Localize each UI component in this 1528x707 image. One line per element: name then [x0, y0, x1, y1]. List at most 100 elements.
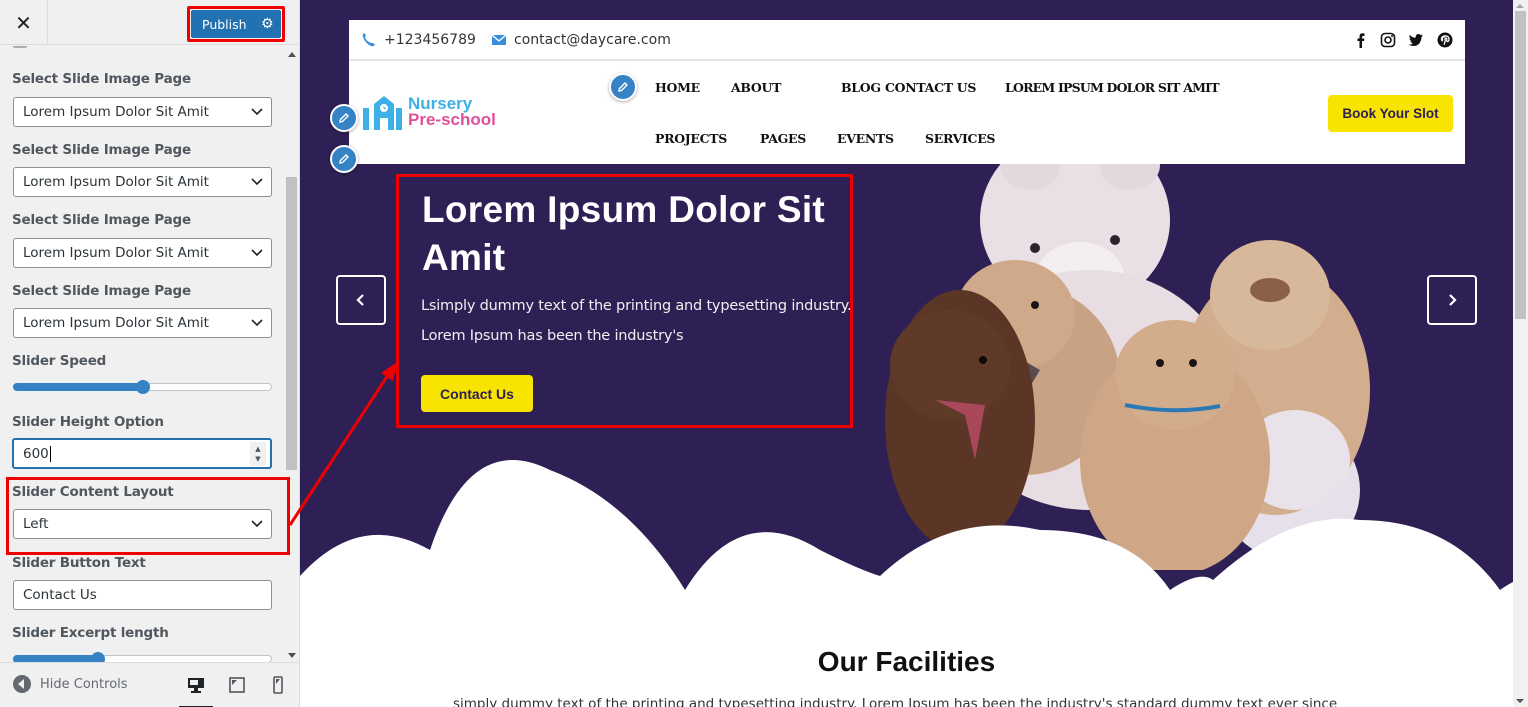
slider-speed-label: Slider Speed: [12, 353, 107, 369]
slide-text-line-2: Lorem Ipsum has been the industry's: [421, 328, 684, 344]
scroll-down-icon[interactable]: [288, 653, 296, 658]
scrollbar-thumb[interactable]: [286, 177, 297, 470]
text-caret: [49, 445, 51, 462]
slider-button-text-input[interactable]: Contact Us: [13, 580, 272, 610]
number-spinner[interactable]: ▲ ▼: [250, 442, 266, 466]
twitter-icon[interactable]: [1408, 32, 1424, 48]
select-slide-image-page-2[interactable]: Lorem Ipsum Dolor Sit Amit: [13, 167, 272, 197]
publish-button[interactable]: Publish ⚙: [191, 10, 281, 38]
site-logo[interactable]: Nursery Pre-school: [361, 94, 496, 130]
input-value: Contact Us: [23, 587, 97, 603]
checkbox-partial[interactable]: [13, 46, 27, 48]
select-slide-image-page-label-4: Select Slide Image Page: [12, 283, 191, 299]
edit-menu-shortcut[interactable]: [609, 73, 637, 101]
facebook-icon[interactable]: [1353, 32, 1369, 48]
facilities-description: simply dummy text of the printing and ty…: [453, 696, 1338, 707]
envelope-icon: [491, 34, 507, 45]
tablet-icon: [229, 677, 245, 693]
nav-contact-us[interactable]: CONTACT US: [885, 80, 976, 95]
book-your-slot-button[interactable]: Book Your Slot: [1328, 95, 1453, 132]
collapse-arrow-icon: [13, 675, 31, 693]
hide-controls-button[interactable]: Hide Controls: [13, 675, 128, 693]
nav-projects[interactable]: PROJECTS: [655, 131, 727, 146]
instagram-icon[interactable]: [1380, 32, 1396, 48]
device-desktop-button[interactable]: [179, 673, 213, 707]
sidebar-scrollbar[interactable]: [285, 46, 299, 662]
controls-panel: Select Slide Image Page Lorem Ipsum Dolo…: [0, 46, 299, 662]
chevron-down-icon: [251, 178, 263, 186]
content-layout-highlight-box: [6, 477, 290, 555]
nav-about[interactable]: ABOUT: [731, 80, 781, 95]
scroll-up-icon[interactable]: [288, 52, 296, 57]
select-value: Lorem Ipsum Dolor Sit Amit: [23, 245, 209, 261]
select-value: Lorem Ipsum Dolor Sit Amit: [23, 174, 209, 190]
scrollbar-thumb[interactable]: [1515, 11, 1526, 319]
phone-contact[interactable]: +123456789: [361, 32, 476, 48]
device-tablet-button[interactable]: [225, 673, 249, 697]
nav-services[interactable]: SERVICES: [925, 131, 995, 146]
site-preview: +123456789 contact@daycare.com Nursery P…: [300, 0, 1513, 707]
select-slide-image-page-4[interactable]: Lorem Ipsum Dolor Sit Amit: [13, 308, 272, 338]
pencil-icon: [339, 113, 349, 123]
chevron-down-icon: [251, 108, 263, 116]
email-address: contact@daycare.com: [514, 32, 671, 48]
phone-number: +123456789: [384, 32, 476, 48]
edit-logo-shortcut[interactable]: [330, 104, 358, 132]
publish-label: Publish: [202, 16, 247, 32]
chevron-down-icon: [251, 319, 263, 327]
phone-icon: [362, 33, 375, 47]
nav-events[interactable]: EVENTS: [837, 131, 894, 146]
gear-icon[interactable]: ⚙: [255, 16, 274, 32]
slider-next-button[interactable]: [1427, 275, 1477, 325]
scroll-down-icon[interactable]: [1516, 699, 1524, 703]
range-fill: [13, 655, 99, 662]
close-customizer-button[interactable]: ✕: [0, 0, 48, 45]
spin-up-icon[interactable]: ▲: [255, 444, 260, 454]
pencil-icon: [339, 154, 349, 164]
select-slide-image-page-1[interactable]: Lorem Ipsum Dolor Sit Amit: [13, 97, 272, 127]
select-slide-image-page-label-3: Select Slide Image Page: [12, 212, 191, 228]
input-value: 600: [23, 445, 49, 462]
customizer-sidebar: ✕ Publish ⚙ Select Slide Image Page Lore…: [0, 0, 300, 707]
nav-blog[interactable]: BLOG: [841, 80, 881, 95]
pencil-icon: [618, 82, 628, 92]
logo-line-2: Pre-school: [408, 110, 496, 129]
school-building-icon: [363, 96, 402, 130]
nav-lorem-ipsum[interactable]: LOREM IPSUM DOLOR SIT AMIT: [1005, 80, 1220, 95]
mobile-icon: [273, 676, 283, 694]
nav-pages[interactable]: PAGES: [760, 131, 806, 146]
pinterest-icon[interactable]: [1437, 32, 1453, 48]
email-contact[interactable]: contact@daycare.com: [491, 32, 671, 48]
range-fill: [13, 383, 143, 391]
desktop-icon: [188, 678, 204, 693]
slider-height-input[interactable]: 600 ▲ ▼: [12, 438, 272, 469]
slide-text-line-1: Lsimply dummy text of the printing and t…: [421, 298, 852, 314]
device-mobile-button[interactable]: [266, 673, 290, 697]
customizer-footer: Hide Controls: [0, 662, 299, 707]
chevron-down-icon: [251, 249, 263, 257]
slider-height-label: Slider Height Option: [12, 414, 164, 430]
range-thumb[interactable]: [91, 652, 106, 662]
slide-contact-us-button[interactable]: Contact Us: [421, 375, 533, 412]
range-thumb[interactable]: [135, 380, 150, 394]
nav-home[interactable]: HOME: [655, 80, 700, 95]
select-slide-image-page-label-2: Select Slide Image Page: [12, 142, 191, 158]
spin-down-icon[interactable]: ▼: [255, 454, 260, 464]
customizer-header: ✕ Publish ⚙: [0, 0, 299, 45]
chevron-left-icon: [356, 294, 364, 306]
select-slide-image-page-3[interactable]: Lorem Ipsum Dolor Sit Amit: [13, 238, 272, 268]
slider-prev-button[interactable]: [336, 275, 386, 325]
select-value: Lorem Ipsum Dolor Sit Amit: [23, 104, 209, 120]
preview-scrollbar[interactable]: [1513, 0, 1528, 707]
scroll-up-icon[interactable]: [1516, 4, 1524, 8]
slider-excerpt-length-range[interactable]: [13, 652, 272, 662]
facilities-heading: Our Facilities: [817, 646, 996, 677]
chevron-right-icon: [1449, 294, 1457, 306]
slide-title: Lorem Ipsum Dolor Sit Amit: [422, 189, 826, 278]
publish-highlight-box: Publish ⚙: [187, 6, 285, 42]
site-header: Nursery Pre-school HOME ABOUT BLOG CONTA…: [349, 61, 1465, 164]
edit-slider-shortcut[interactable]: [330, 145, 358, 173]
slider-excerpt-length-label: Slider Excerpt length: [12, 625, 169, 641]
site-topbar: +123456789 contact@daycare.com: [349, 20, 1465, 61]
slider-speed-range[interactable]: [13, 380, 272, 394]
